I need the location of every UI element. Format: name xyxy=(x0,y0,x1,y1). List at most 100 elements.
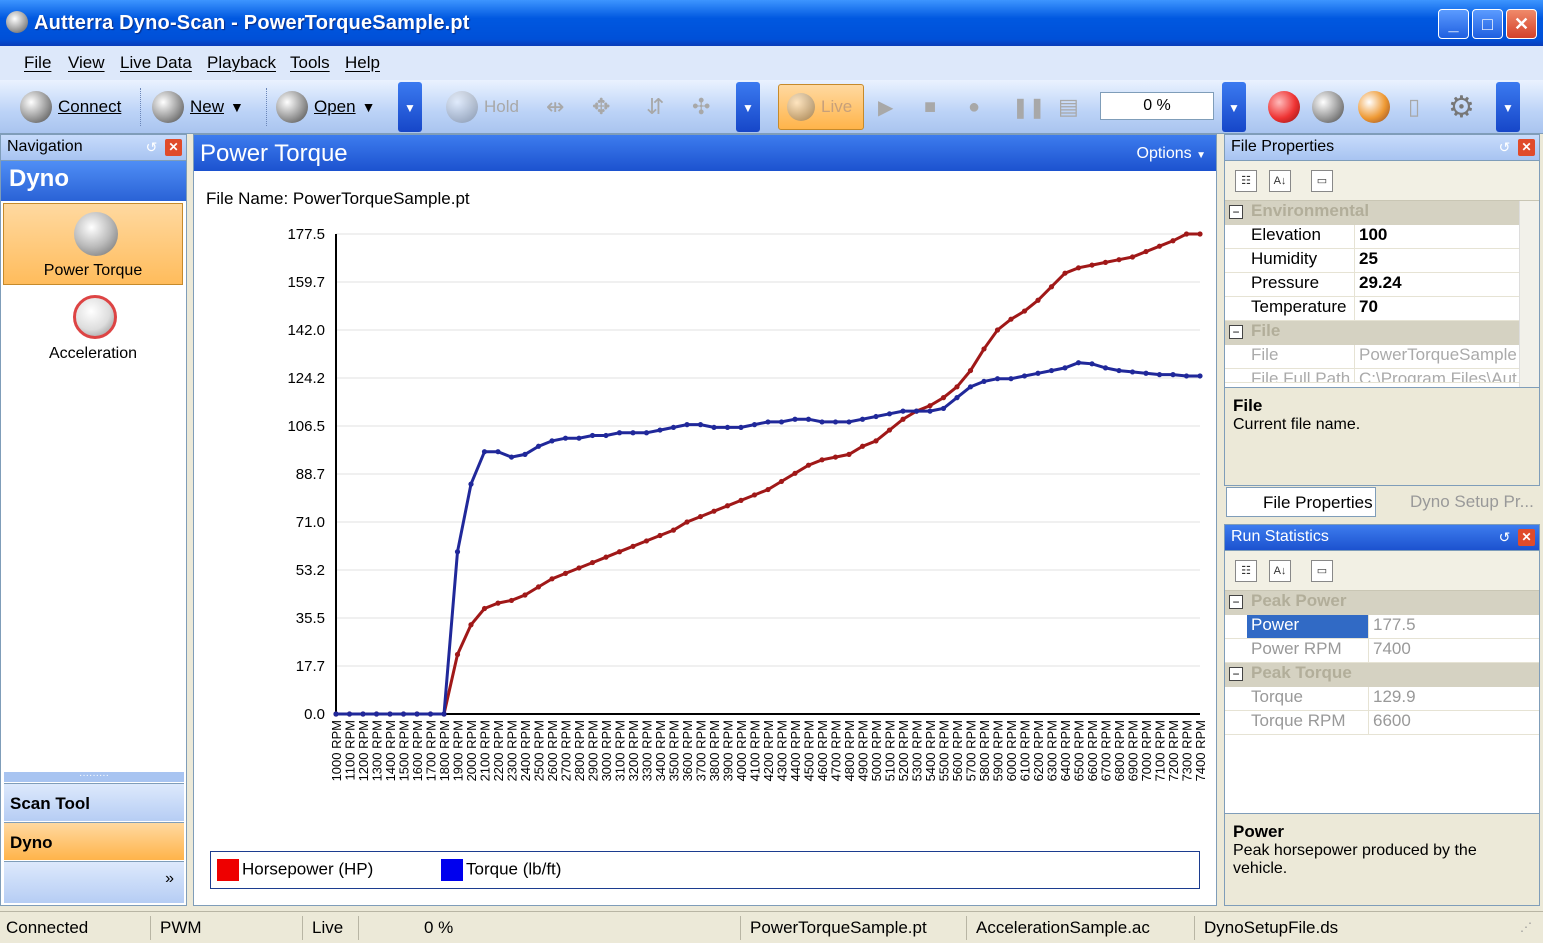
chevron-down-icon: ▼ xyxy=(361,99,376,115)
close-icon[interactable]: ✕ xyxy=(1518,139,1535,156)
pin-icon[interactable]: ↺ xyxy=(143,139,160,156)
toolbar-overflow-button[interactable]: ▼ xyxy=(736,82,760,132)
torque-point xyxy=(535,443,542,449)
torque-point xyxy=(670,424,677,430)
property-pages-icon[interactable]: ▭ xyxy=(1311,170,1333,192)
menu-playback[interactable]: Playback xyxy=(207,53,276,73)
nav-overflow-button[interactable]: » xyxy=(4,861,184,903)
horsepower-point xyxy=(940,395,947,401)
horsepower-point xyxy=(603,554,609,560)
nav-item-acceleration[interactable]: Acceleration xyxy=(3,287,183,369)
torque-point xyxy=(738,424,744,430)
menu-help[interactable]: Help xyxy=(345,53,380,73)
new-button[interactable]: New ▼ xyxy=(152,80,244,134)
legend-entry-torque: Torque (lb/ft) xyxy=(441,859,561,881)
property-row[interactable]: Torque RPM 6600 xyxy=(1225,711,1539,735)
property-row[interactable]: Power 177.5 xyxy=(1225,615,1539,639)
magnifier-icon xyxy=(1358,91,1390,123)
connect-icon xyxy=(20,91,52,123)
resize-grip-icon[interactable]: ⋰ xyxy=(1520,920,1532,934)
property-row[interactable]: File Full Path C:\Program Files\Aut xyxy=(1225,369,1539,383)
menu-file[interactable]: File xyxy=(24,53,51,73)
collapse-icon[interactable]: − xyxy=(1229,205,1243,219)
tab-file-properties[interactable]: File Properties xyxy=(1226,487,1376,517)
torque-point xyxy=(900,408,906,414)
zoom-all-button[interactable]: ✥ xyxy=(592,80,610,134)
property-category[interactable]: − Peak Torque xyxy=(1225,663,1539,687)
property-row[interactable]: Pressure 29.24 xyxy=(1225,273,1539,297)
torque-point xyxy=(684,422,690,428)
hold-button[interactable]: Hold xyxy=(446,80,519,134)
nav-button-scan-tool[interactable]: Scan Tool xyxy=(4,783,184,821)
property-category[interactable]: − File xyxy=(1225,321,1539,345)
torque-point xyxy=(603,432,609,439)
zoom-x-button[interactable]: ⇹ xyxy=(546,80,564,134)
options-button[interactable]: Options ▼ xyxy=(1137,145,1207,163)
property-category[interactable]: − Peak Power xyxy=(1225,591,1539,615)
categorized-icon[interactable]: ☷ xyxy=(1235,560,1257,582)
menu-live-data[interactable]: Live Data xyxy=(120,53,192,73)
menu-view[interactable]: View xyxy=(68,53,105,73)
menu-tools[interactable]: Tools xyxy=(290,53,330,73)
toolbar-overflow-button[interactable]: ▼ xyxy=(1496,82,1520,132)
torque-point xyxy=(981,378,987,384)
nav-item-power-torque[interactable]: Power Torque xyxy=(3,203,183,285)
property-row[interactable]: Elevation 100 xyxy=(1225,225,1539,249)
zoom-y-button[interactable]: ⇵ xyxy=(646,80,664,134)
gauge-icon xyxy=(1312,91,1344,123)
property-category[interactable]: − Environmental xyxy=(1225,201,1539,225)
pin-icon[interactable]: ↺ xyxy=(1496,529,1513,546)
pan-button[interactable]: ✣ xyxy=(692,80,710,134)
app-icon xyxy=(6,11,28,33)
y-tick-label: 35.5 xyxy=(296,610,325,627)
collapse-icon[interactable]: − xyxy=(1229,667,1243,681)
horsepower-point xyxy=(1116,257,1122,263)
torque-point xyxy=(1116,367,1122,374)
close-button[interactable]: ✕ xyxy=(1506,9,1537,39)
info-icon[interactable]: ▯ xyxy=(1408,80,1420,134)
sort-az-icon[interactable]: A↓ xyxy=(1269,170,1291,192)
close-icon[interactable]: ✕ xyxy=(1518,529,1535,546)
torque-point xyxy=(832,419,839,425)
horsepower-point xyxy=(1197,231,1203,237)
collapse-icon[interactable]: − xyxy=(1229,595,1243,609)
torque-point xyxy=(1021,373,1028,379)
maximize-button[interactable]: □ xyxy=(1472,9,1503,39)
open-button[interactable]: Open ▼ xyxy=(276,80,375,134)
property-row[interactable]: Power RPM 7400 xyxy=(1225,639,1539,663)
nav-button-dyno[interactable]: Dyno xyxy=(4,822,184,860)
run-statistics-pane: Run Statistics ↺ ✕ ☷ A↓ ▭ − Peak Power Powe… xyxy=(1224,524,1540,906)
horsepower-point xyxy=(670,527,677,533)
categorized-icon[interactable]: ☷ xyxy=(1235,170,1257,192)
stop-icon[interactable]: ■ xyxy=(924,80,936,134)
record-icon[interactable]: ● xyxy=(968,80,980,134)
tab-dyno-setup[interactable]: Dyno Setup Pr... xyxy=(1378,487,1538,517)
scrollbar[interactable] xyxy=(1519,201,1539,387)
y-tick-label: 124.2 xyxy=(287,370,325,387)
property-row[interactable]: Humidity 25 xyxy=(1225,249,1539,273)
collapse-icon[interactable]: − xyxy=(1229,325,1243,339)
tool-button-2[interactable] xyxy=(1312,80,1350,134)
status-separator xyxy=(1194,916,1195,940)
pin-icon[interactable]: ↺ xyxy=(1496,139,1513,156)
horsepower-point xyxy=(481,605,488,612)
sort-az-icon[interactable]: A↓ xyxy=(1269,560,1291,582)
property-pages-icon[interactable]: ▭ xyxy=(1311,560,1333,582)
tool-button-3[interactable] xyxy=(1358,80,1396,134)
toolbar-overflow-button[interactable]: ▼ xyxy=(1222,82,1246,132)
horsepower-point xyxy=(778,478,785,485)
property-row[interactable]: Torque 129.9 xyxy=(1225,687,1539,711)
gear-icon[interactable]: ⚙ xyxy=(1448,80,1475,134)
property-row[interactable]: Temperature 70 xyxy=(1225,297,1539,321)
pause-icon[interactable]: ❚❚ xyxy=(1012,80,1046,134)
live-button[interactable]: Live xyxy=(778,84,864,130)
close-icon[interactable]: ✕ xyxy=(165,139,182,156)
toolbar-overflow-button[interactable]: ▼ xyxy=(398,82,422,132)
tool-button-1[interactable] xyxy=(1268,80,1306,134)
connect-button[interactable]: Connect xyxy=(20,80,121,134)
play-icon[interactable]: ▶ xyxy=(878,80,893,134)
minimize-button[interactable]: _ xyxy=(1438,9,1469,39)
splitter-handle[interactable]: ········· xyxy=(4,771,184,782)
legend-entry-hp: Horsepower (HP) xyxy=(217,859,373,881)
property-row[interactable]: File PowerTorqueSample xyxy=(1225,345,1539,369)
